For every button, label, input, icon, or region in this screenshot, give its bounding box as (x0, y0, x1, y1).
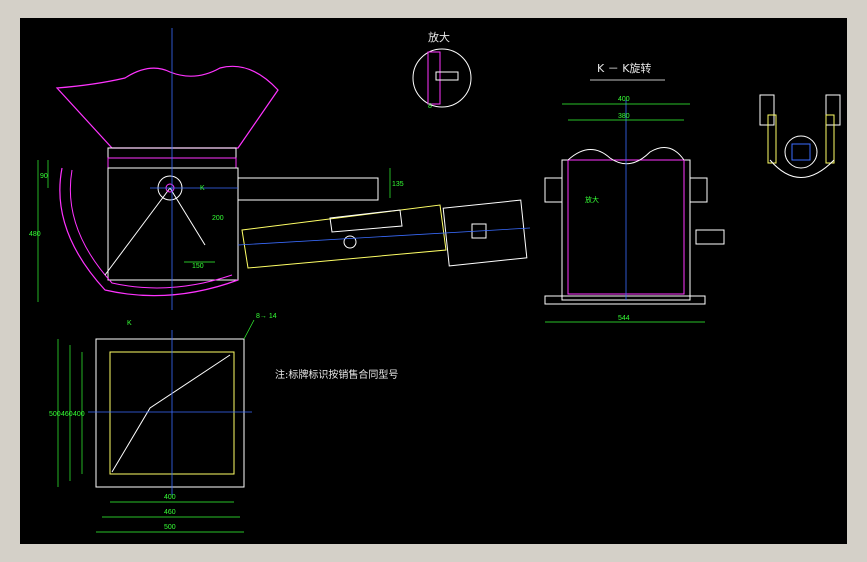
callout-label: 放大 (585, 195, 599, 204)
side-strip-left (767, 114, 777, 164)
arm-right (169, 187, 206, 246)
dim-200: 200 (212, 215, 224, 222)
flange-view: 500 460 400 400 460 500 8→ 14 (49, 313, 277, 533)
side-strip-right (825, 114, 835, 164)
side-hub-square (791, 143, 811, 161)
actuator-plate (237, 177, 379, 201)
dim-8: 8 (428, 103, 432, 110)
arm-left (104, 187, 171, 276)
sector-arc-outer (59, 167, 239, 297)
section-spout (695, 229, 725, 245)
dim-500-left: 500 (49, 411, 61, 418)
rod-clevis (343, 235, 357, 249)
motor-body (442, 199, 528, 267)
view-marker-k-bottom: K (127, 320, 132, 327)
dim-460-bottom: 460 (164, 509, 176, 516)
actuator-cylinder (241, 204, 447, 269)
section-flange-right (689, 177, 708, 203)
dim-380: 380 (618, 113, 630, 120)
dim-400-bottom: 400 (164, 494, 176, 501)
detail-wall (427, 51, 441, 105)
flange-diagonal (111, 354, 231, 473)
detail-circle (412, 48, 472, 108)
dim-400-left: 400 (73, 411, 85, 418)
dim-400-top: 400 (618, 96, 630, 103)
dim-480: 480 (29, 231, 41, 238)
dim-135: 135 (392, 181, 404, 188)
side-hub (784, 135, 818, 169)
hopper-outline (55, 65, 279, 149)
side-view (759, 94, 841, 178)
section-flange-left (544, 177, 563, 203)
detail-label: 放大 (428, 30, 450, 44)
dim-500-bottom: 500 (164, 524, 176, 531)
detail-bolt (435, 71, 459, 81)
section-label: K － K旋转 (597, 61, 651, 75)
cad-drawing-area: 90 480 135 200 150 K K 放大 8 K － K旋转 400 … (20, 18, 847, 544)
actuator-rod (329, 209, 403, 233)
dim-544: 544 (618, 315, 630, 322)
cad-drawing: 90 480 135 200 150 K K 放大 8 K － K旋转 400 … (29, 28, 841, 533)
detail-view: 放大 8 (412, 30, 472, 110)
view-marker-k: K (200, 185, 205, 192)
dim-90: 90 (40, 173, 48, 180)
dim-8-14: 8→ 14 (256, 313, 277, 320)
side-bracket-left (759, 94, 775, 126)
dim-460-left: 460 (61, 411, 73, 418)
dim-150: 150 (192, 263, 204, 270)
side-body-arc (769, 159, 835, 178)
section-view: K － K旋转 400 380 544 放大 (544, 61, 725, 323)
leader-8-14 (243, 319, 255, 340)
drawing-note: 注:标牌标识按销售合同型号 (275, 368, 398, 381)
front-view: 90 480 135 200 150 K K (29, 28, 531, 327)
side-bracket-right (825, 94, 841, 126)
flange-outer (95, 338, 245, 488)
